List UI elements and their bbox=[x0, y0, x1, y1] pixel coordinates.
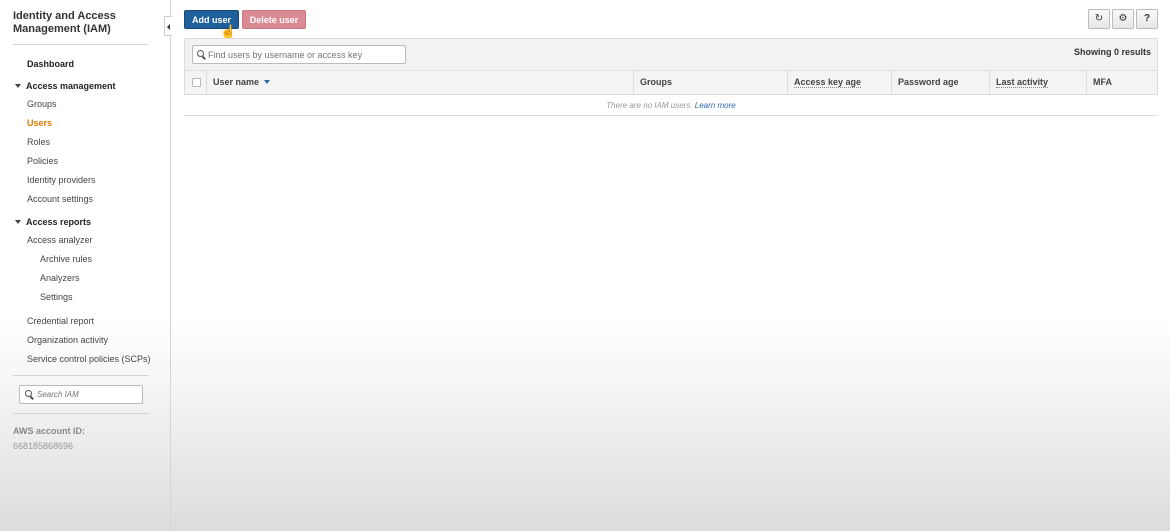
search-icon bbox=[197, 50, 204, 57]
sidebar-divider bbox=[13, 413, 149, 414]
column-groups[interactable]: Groups bbox=[633, 71, 787, 94]
refresh-button[interactable]: ↻ bbox=[1088, 9, 1110, 29]
caret-down-icon bbox=[15, 220, 21, 224]
sidebar-item-identity-providers[interactable]: Identity providers bbox=[27, 175, 96, 185]
column-user-name[interactable]: User name bbox=[206, 71, 633, 94]
caret-down-icon bbox=[15, 84, 21, 88]
sidebar-search-input[interactable] bbox=[37, 388, 137, 401]
sidebar-title: Identity and Access Management (IAM) bbox=[13, 10, 116, 35]
users-search-input[interactable] bbox=[208, 48, 403, 61]
sidebar-item-credential-report[interactable]: Credential report bbox=[27, 316, 94, 326]
sidebar-collapse-toggle[interactable] bbox=[164, 16, 172, 36]
sidebar-item-groups[interactable]: Groups bbox=[27, 99, 57, 109]
help-icon: ? bbox=[1143, 13, 1151, 24]
help-button[interactable]: ? bbox=[1136, 9, 1158, 29]
settings-button[interactable]: ⚙ bbox=[1112, 9, 1134, 29]
account-id-label: AWS account ID: bbox=[13, 426, 86, 436]
sidebar-search-box[interactable] bbox=[19, 385, 143, 404]
gear-icon: ⚙ bbox=[1118, 13, 1128, 24]
select-all-checkbox[interactable] bbox=[192, 78, 201, 87]
column-access-key-age[interactable]: Access key age bbox=[787, 71, 891, 94]
empty-table-message: There are no IAM users. Learn more bbox=[184, 95, 1158, 116]
sidebar-divider bbox=[13, 44, 149, 45]
users-search-box[interactable] bbox=[192, 45, 406, 64]
results-count: Showing 0 results bbox=[1073, 47, 1151, 57]
sidebar-item-users[interactable]: Users bbox=[27, 118, 52, 128]
sidebar-section-access-reports[interactable]: Access reports bbox=[15, 217, 91, 227]
learn-more-link[interactable]: Learn more bbox=[695, 101, 736, 110]
sort-desc-icon bbox=[264, 80, 271, 84]
sidebar-item-access-analyzer[interactable]: Access analyzer bbox=[27, 235, 93, 245]
delete-user-button[interactable]: Delete user bbox=[242, 10, 306, 29]
column-mfa[interactable]: MFA bbox=[1086, 71, 1157, 94]
users-panel-header: Showing 0 results bbox=[184, 38, 1158, 70]
sidebar-item-roles[interactable]: Roles bbox=[27, 137, 50, 147]
sidebar-item-scps[interactable]: Service control policies (SCPs) bbox=[27, 354, 151, 364]
sidebar-item-organization-activity[interactable]: Organization activity bbox=[27, 335, 108, 345]
chevron-left-icon bbox=[167, 24, 170, 30]
sidebar-item-settings[interactable]: Settings bbox=[40, 292, 73, 302]
sidebar-item-archive-rules[interactable]: Archive rules bbox=[40, 254, 92, 264]
search-icon bbox=[25, 390, 32, 397]
sidebar-item-analyzers[interactable]: Analyzers bbox=[40, 273, 80, 283]
refresh-icon: ↻ bbox=[1094, 13, 1104, 24]
sidebar-item-account-settings[interactable]: Account settings bbox=[27, 194, 93, 204]
users-table-header: User name Groups Access key age Password… bbox=[184, 70, 1158, 95]
sidebar-item-policies[interactable]: Policies bbox=[27, 156, 58, 166]
sidebar-divider bbox=[13, 375, 149, 376]
account-id-value: 668185868696 bbox=[13, 441, 74, 451]
sidebar-item-dashboard[interactable]: Dashboard bbox=[27, 59, 74, 69]
column-last-activity[interactable]: Last activity bbox=[989, 71, 1086, 94]
sidebar-section-access-management[interactable]: Access management bbox=[15, 81, 116, 91]
users-panel: Showing 0 results User name Groups Acces… bbox=[184, 38, 1158, 117]
column-password-age[interactable]: Password age bbox=[891, 71, 989, 94]
sidebar: Identity and Access Management (IAM) Das… bbox=[0, 0, 171, 531]
